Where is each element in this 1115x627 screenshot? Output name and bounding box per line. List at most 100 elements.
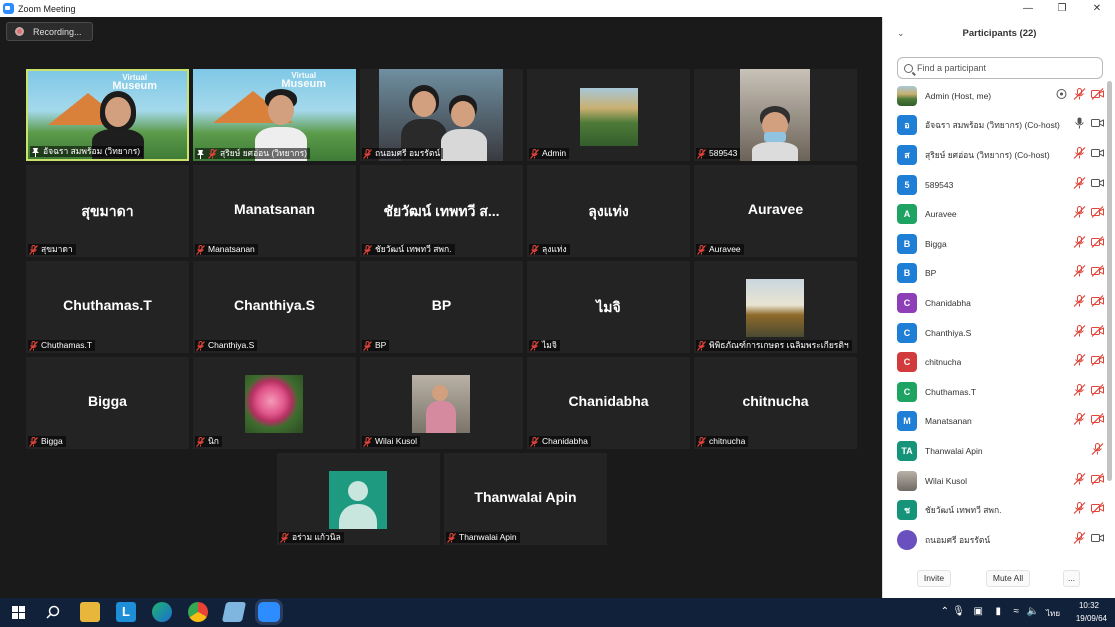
video-tile-t14[interactable]: ไมจิ ไมจิ <box>527 261 690 353</box>
mic-muted-icon[interactable] <box>1073 264 1086 282</box>
wifi-icon[interactable]: ≈ <box>1014 606 1020 617</box>
video-off-icon[interactable] <box>1091 324 1104 342</box>
video-tile-t22[interactable]: Thanwalai Apin Thanwalai Apin <box>444 453 607 545</box>
mic-muted-icon[interactable] <box>1073 205 1086 223</box>
participant-row[interactable]: C Chanidabha <box>883 288 1108 318</box>
participant-row[interactable]: C Chuthamas.T <box>883 377 1108 407</box>
participant-row[interactable]: อ อัจฉรา สมพร้อม (วิทยากร) (Co-host) <box>883 111 1108 141</box>
mic-on-icon[interactable] <box>1073 116 1086 134</box>
mic-muted-icon[interactable] <box>1073 472 1086 490</box>
language-indicator[interactable]: ไทย <box>1046 607 1060 620</box>
mic-muted-icon[interactable] <box>1073 235 1086 253</box>
volume-icon[interactable]: 🔈 <box>1027 606 1039 617</box>
chevron-down-icon[interactable]: ⌄ <box>897 17 905 50</box>
participant-avatar: C <box>897 381 917 402</box>
mic-muted-icon[interactable] <box>1073 87 1086 105</box>
clock-date[interactable]: 19/09/64 <box>1076 614 1107 623</box>
mic-muted-icon[interactable] <box>1073 501 1086 519</box>
video-off-icon[interactable] <box>1091 264 1104 282</box>
video-tile-t7[interactable]: Manatsanan Manatsanan <box>193 165 356 257</box>
mic-muted-icon[interactable] <box>1073 324 1086 342</box>
participant-row[interactable]: Wilai Kusol <box>883 466 1108 496</box>
video-off-icon[interactable] <box>1091 383 1104 401</box>
microphone-tray-icon[interactable]: 🎙 <box>952 606 965 617</box>
video-off-icon[interactable] <box>1091 205 1104 223</box>
mic-muted-icon[interactable] <box>1073 412 1086 430</box>
search-input[interactable]: Find a participant <box>897 57 1103 79</box>
recording-indicator[interactable]: Recording... <box>6 22 93 41</box>
video-tile-t1[interactable]: Virtual Museum อัจฉรา สมพร้อม (วิทยากร) <box>26 69 189 161</box>
video-tile-t21[interactable]: อร่าม แก้วนิล <box>277 453 440 545</box>
video-tile-t18[interactable]: Wilai Kusol <box>360 357 523 449</box>
participant-row[interactable]: B BP <box>883 259 1108 289</box>
zoom-taskbar-icon[interactable] <box>258 602 280 622</box>
video-tile-t13[interactable]: BP BP <box>360 261 523 353</box>
participant-row[interactable]: Admin (Host, me) <box>883 81 1108 111</box>
video-off-icon[interactable] <box>1091 472 1104 490</box>
minimize-icon[interactable]: — <box>1011 0 1045 17</box>
more-button[interactable]: ... <box>1063 570 1080 587</box>
video-off-icon[interactable] <box>1091 87 1104 105</box>
clock-time[interactable]: 10:32 <box>1079 601 1099 610</box>
mic-muted-icon[interactable] <box>1073 146 1086 164</box>
mic-muted-icon[interactable] <box>1073 176 1086 194</box>
participant-row[interactable]: 5 589543 <box>883 170 1108 200</box>
mic-muted-icon[interactable] <box>1073 294 1086 312</box>
video-tile-t4[interactable]: Admin <box>527 69 690 161</box>
video-tile-t11[interactable]: Chuthamas.T Chuthamas.T <box>26 261 189 353</box>
video-off-icon[interactable] <box>1091 294 1104 312</box>
mic-muted-icon[interactable] <box>1091 442 1104 460</box>
participant-controls <box>1055 87 1104 105</box>
participant-row[interactable]: M Manatsanan <box>883 407 1108 437</box>
participant-row[interactable]: ช ชัยวัฒน์ เทพทวี สพก. <box>883 495 1108 525</box>
camera-tray-icon[interactable]: ▣ <box>974 606 983 617</box>
search-taskbar-icon[interactable] <box>46 605 60 619</box>
video-tile-t3[interactable]: ถนอมศรี อมรรัตน์ <box>360 69 523 161</box>
edge-browser-icon[interactable] <box>152 602 172 622</box>
mic-muted-icon[interactable] <box>1073 383 1086 401</box>
video-tile-t9[interactable]: ลุงแท่ง ลุงแท่ง <box>527 165 690 257</box>
video-off-icon[interactable] <box>1091 235 1104 253</box>
battery-icon[interactable]: ▮ <box>995 606 1001 617</box>
invite-button[interactable]: Invite <box>917 570 951 587</box>
video-off-icon[interactable] <box>1091 412 1104 430</box>
notepad-icon[interactable] <box>221 602 247 622</box>
close-icon[interactable]: ✕ <box>1080 0 1114 17</box>
video-tile-t20[interactable]: chitnucha chitnucha <box>694 357 857 449</box>
video-on-icon[interactable] <box>1091 176 1104 194</box>
video-on-icon[interactable] <box>1091 531 1104 549</box>
video-tile-t17[interactable]: นิก <box>193 357 356 449</box>
chrome-browser-icon[interactable] <box>188 602 208 622</box>
video-off-icon[interactable] <box>1091 353 1104 371</box>
video-tile-t5[interactable]: 589543 <box>694 69 857 161</box>
file-explorer-icon[interactable] <box>80 602 100 622</box>
video-tile-t6[interactable]: สุขมาดา สุขมาดา <box>26 165 189 257</box>
mic-muted-icon[interactable] <box>1073 531 1086 549</box>
video-tile-t12[interactable]: Chanthiya.S Chanthiya.S <box>193 261 356 353</box>
line-app-icon[interactable]: L <box>116 602 136 622</box>
screen-share-icon[interactable] <box>1055 87 1068 105</box>
participant-row[interactable]: ส สุริยษ์ ยศอ่อน (วิทยากร) (Co-host) <box>883 140 1108 170</box>
participant-avatar: 5 <box>897 174 917 195</box>
video-tile-t15[interactable]: พิพิธภัณฑ์การเกษตร เฉลิมพระเกียรติฯ <box>694 261 857 353</box>
scrollbar[interactable] <box>1107 81 1112 481</box>
participant-row[interactable]: ถนอมศรี อมรรัตน์ <box>883 525 1108 555</box>
video-tile-t10[interactable]: Auravee Auravee <box>694 165 857 257</box>
participant-row[interactable]: Cchitnucha <box>883 347 1108 377</box>
video-tile-t8[interactable]: ชัยวัฒน์ เทพทวี ส... ชัยวัฒน์ เทพทวี สพก. <box>360 165 523 257</box>
tray-chevron-up-icon[interactable]: ⌃ <box>941 606 949 617</box>
video-off-icon[interactable] <box>1091 501 1104 519</box>
video-tile-t19[interactable]: Chanidabha Chanidabha <box>527 357 690 449</box>
video-on-icon[interactable] <box>1091 146 1104 164</box>
video-on-icon[interactable] <box>1091 116 1104 134</box>
windows-start-icon[interactable] <box>12 606 25 619</box>
mute-all-button[interactable]: Mute All <box>986 570 1030 587</box>
participant-row[interactable]: TA Thanwalai Apin <box>883 436 1108 466</box>
participant-row[interactable]: C Chanthiya.S <box>883 318 1108 348</box>
video-tile-t16[interactable]: Bigga Bigga <box>26 357 189 449</box>
participant-row[interactable]: B Bigga <box>883 229 1108 259</box>
mic-muted-icon[interactable] <box>1073 353 1086 371</box>
video-tile-t2[interactable]: Virtual Museum สุริยษ์ ยศอ่อน (วิทยากร) <box>193 69 356 161</box>
participant-row[interactable]: A Auravee <box>883 199 1108 229</box>
restore-icon[interactable]: ❐ <box>1045 0 1079 17</box>
